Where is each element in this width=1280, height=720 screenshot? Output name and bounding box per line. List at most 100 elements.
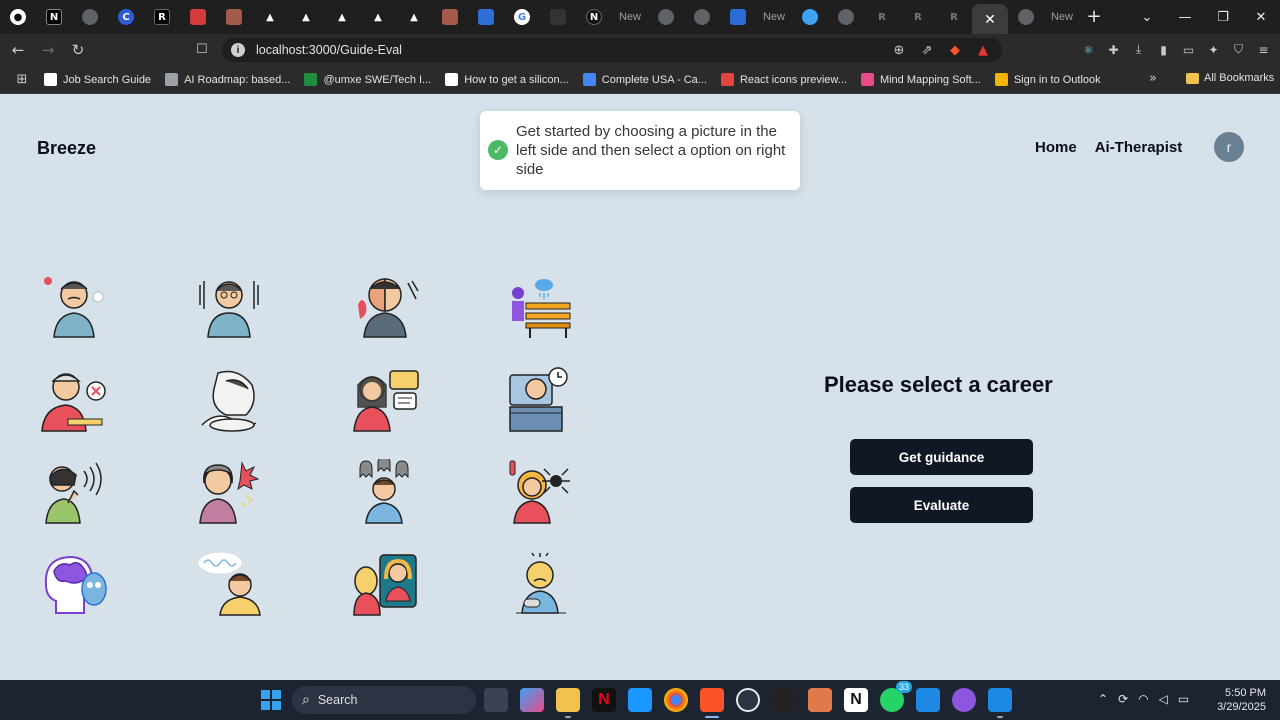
address-url[interactable]: localhost:3000/Guide-Eval	[256, 43, 402, 57]
tab-globe-4[interactable]	[828, 0, 864, 34]
tab-c[interactable]: C	[108, 0, 144, 34]
bookmark-icon[interactable]: ☐	[196, 42, 212, 58]
tab-bluesky[interactable]	[468, 0, 504, 34]
wifi-icon[interactable]: ◠	[1138, 692, 1148, 706]
bookmark-item[interactable]: AI Roadmap: based...	[165, 73, 290, 86]
crying-woman-icon[interactable]	[196, 459, 266, 525]
site-info-icon[interactable]: i	[231, 43, 245, 57]
brave-shield-icon[interactable]: ◆	[946, 41, 964, 59]
new-tab-button[interactable]: +	[1083, 5, 1105, 27]
tab-red[interactable]	[180, 0, 216, 34]
tab-r-2[interactable]: R	[864, 0, 900, 34]
windows-start-icon[interactable]	[261, 690, 281, 710]
leo-ai-icon[interactable]: ✦	[1205, 41, 1222, 58]
claude-icon[interactable]	[808, 688, 832, 712]
tab-new-1[interactable]: New	[612, 0, 648, 34]
tab-globe-3[interactable]	[684, 0, 720, 34]
get-guidance-button[interactable]: Get guidance	[850, 439, 1033, 475]
tab-app[interactable]	[540, 0, 576, 34]
sad-meal-icon[interactable]	[40, 367, 110, 433]
tab-circle[interactable]	[792, 0, 828, 34]
tab-r[interactable]: R	[144, 0, 180, 34]
task-view-icon[interactable]	[484, 688, 508, 712]
minimize-icon[interactable]: —	[1166, 0, 1204, 34]
chatgpt-icon[interactable]	[736, 688, 760, 712]
phone-mirror-icon[interactable]	[352, 551, 422, 617]
brave-rewards-icon[interactable]: ▲	[974, 41, 992, 59]
split-personality-icon[interactable]	[352, 275, 422, 341]
anxious-person-icon[interactable]	[196, 275, 266, 341]
github-desktop-icon[interactable]	[952, 688, 976, 712]
overthinking-icon[interactable]	[196, 551, 266, 617]
tab-brave[interactable]	[216, 0, 252, 34]
chrome-icon[interactable]	[664, 688, 688, 712]
tab-notion[interactable]: N	[36, 0, 72, 34]
bookmark-item[interactable]: Sign in to Outlook	[994, 73, 1101, 86]
angry-person-icon[interactable]	[40, 275, 110, 341]
tab-github[interactable]: ●	[0, 0, 36, 34]
avatar[interactable]: r	[1214, 132, 1244, 162]
tab-triangle-2[interactable]: ▲	[288, 0, 324, 34]
nav-ai-therapist[interactable]: Ai-Therapist	[1095, 139, 1183, 156]
zoom-icon[interactable]: ⊕	[890, 41, 908, 59]
vscode-icon[interactable]	[988, 688, 1012, 718]
sad-sweat-icon[interactable]	[508, 551, 578, 617]
spider-phobia-icon[interactable]	[508, 459, 578, 525]
reload-icon[interactable]: ↻	[66, 38, 90, 62]
bookmark-item[interactable]: React icons preview...	[720, 73, 847, 86]
bookmark-item[interactable]: Job Search Guide	[44, 73, 151, 86]
tab-new-2[interactable]: New	[756, 0, 792, 34]
tab-globe-2[interactable]	[648, 0, 684, 34]
clock[interactable]: 5:50 PM 3/29/2025	[1210, 686, 1266, 714]
evaluate-button[interactable]: Evaluate	[850, 487, 1033, 523]
copilot-icon[interactable]	[520, 688, 544, 712]
wallet-icon[interactable]: ▭	[1180, 41, 1197, 58]
tab-triangle-3[interactable]: ▲	[324, 0, 360, 34]
tab-n[interactable]: N	[576, 0, 612, 34]
apps-grid-icon[interactable]: ⊞	[14, 72, 30, 88]
react-devtools-icon[interactable]: ⚛	[1080, 41, 1097, 58]
all-bookmarks-button[interactable]: All Bookmarks	[1186, 72, 1274, 84]
download-icon[interactable]: ⤓	[1130, 41, 1147, 58]
nav-home[interactable]: Home	[1035, 139, 1077, 156]
tab-r-4[interactable]: R	[936, 0, 972, 34]
bookmark-item[interactable]: How to get a silicon...	[445, 73, 569, 86]
more-bookmarks-icon[interactable]: »	[1149, 71, 1157, 86]
bookmark-item[interactable]: @umxe SWE/Tech I...	[304, 73, 431, 86]
volume-icon[interactable]: ◁	[1159, 692, 1168, 706]
brain-mind-icon[interactable]	[40, 551, 110, 617]
battery-icon[interactable]: ▭	[1178, 692, 1189, 706]
back-icon[interactable]: ←	[6, 38, 30, 62]
overtime-desk-icon[interactable]	[508, 367, 578, 433]
forward-icon[interactable]: →	[36, 38, 60, 62]
close-icon[interactable]: ✕	[984, 11, 996, 28]
file-explorer-icon[interactable]	[556, 688, 580, 718]
tab-r-3[interactable]: R	[900, 0, 936, 34]
app-icon[interactable]	[772, 688, 796, 712]
tab-globe[interactable]	[72, 0, 108, 34]
tab-triangle-4[interactable]: ▲	[360, 0, 396, 34]
tab-triangle-5[interactable]: ▲	[396, 0, 432, 34]
ghost-fear-icon[interactable]	[352, 456, 422, 525]
brand-logo[interactable]: Breeze	[37, 138, 96, 159]
hooded-sitting-icon[interactable]	[196, 367, 266, 433]
tab-triangle-1[interactable]: ▲	[252, 0, 288, 34]
lonely-bench-icon[interactable]	[508, 275, 578, 341]
share-icon[interactable]: ⇗	[918, 41, 936, 59]
prime-video-icon[interactable]	[628, 688, 652, 712]
vpn-icon[interactable]: ⛉	[1230, 41, 1247, 58]
sync-icon[interactable]: ⟳	[1118, 692, 1128, 706]
taskbar-search[interactable]: ⌕ Search	[292, 686, 476, 714]
chevron-up-icon[interactable]: ⌃	[1098, 692, 1108, 706]
tab-active[interactable]: ✕	[972, 4, 1008, 34]
stressed-talk-icon[interactable]	[352, 367, 422, 433]
tab-google[interactable]: G	[504, 0, 540, 34]
tab-brave-2[interactable]	[432, 0, 468, 34]
bookmark-item[interactable]: Mind Mapping Soft...	[860, 73, 981, 86]
bookmark-item[interactable]: Complete USA - Ca...	[582, 73, 707, 86]
tab-new-3[interactable]: New	[1044, 0, 1080, 34]
loud-noise-icon[interactable]	[40, 459, 110, 525]
extensions-icon[interactable]: ✚	[1105, 41, 1122, 58]
sidebar-icon[interactable]: ▮	[1155, 41, 1172, 58]
notion-icon[interactable]: N	[844, 688, 868, 712]
